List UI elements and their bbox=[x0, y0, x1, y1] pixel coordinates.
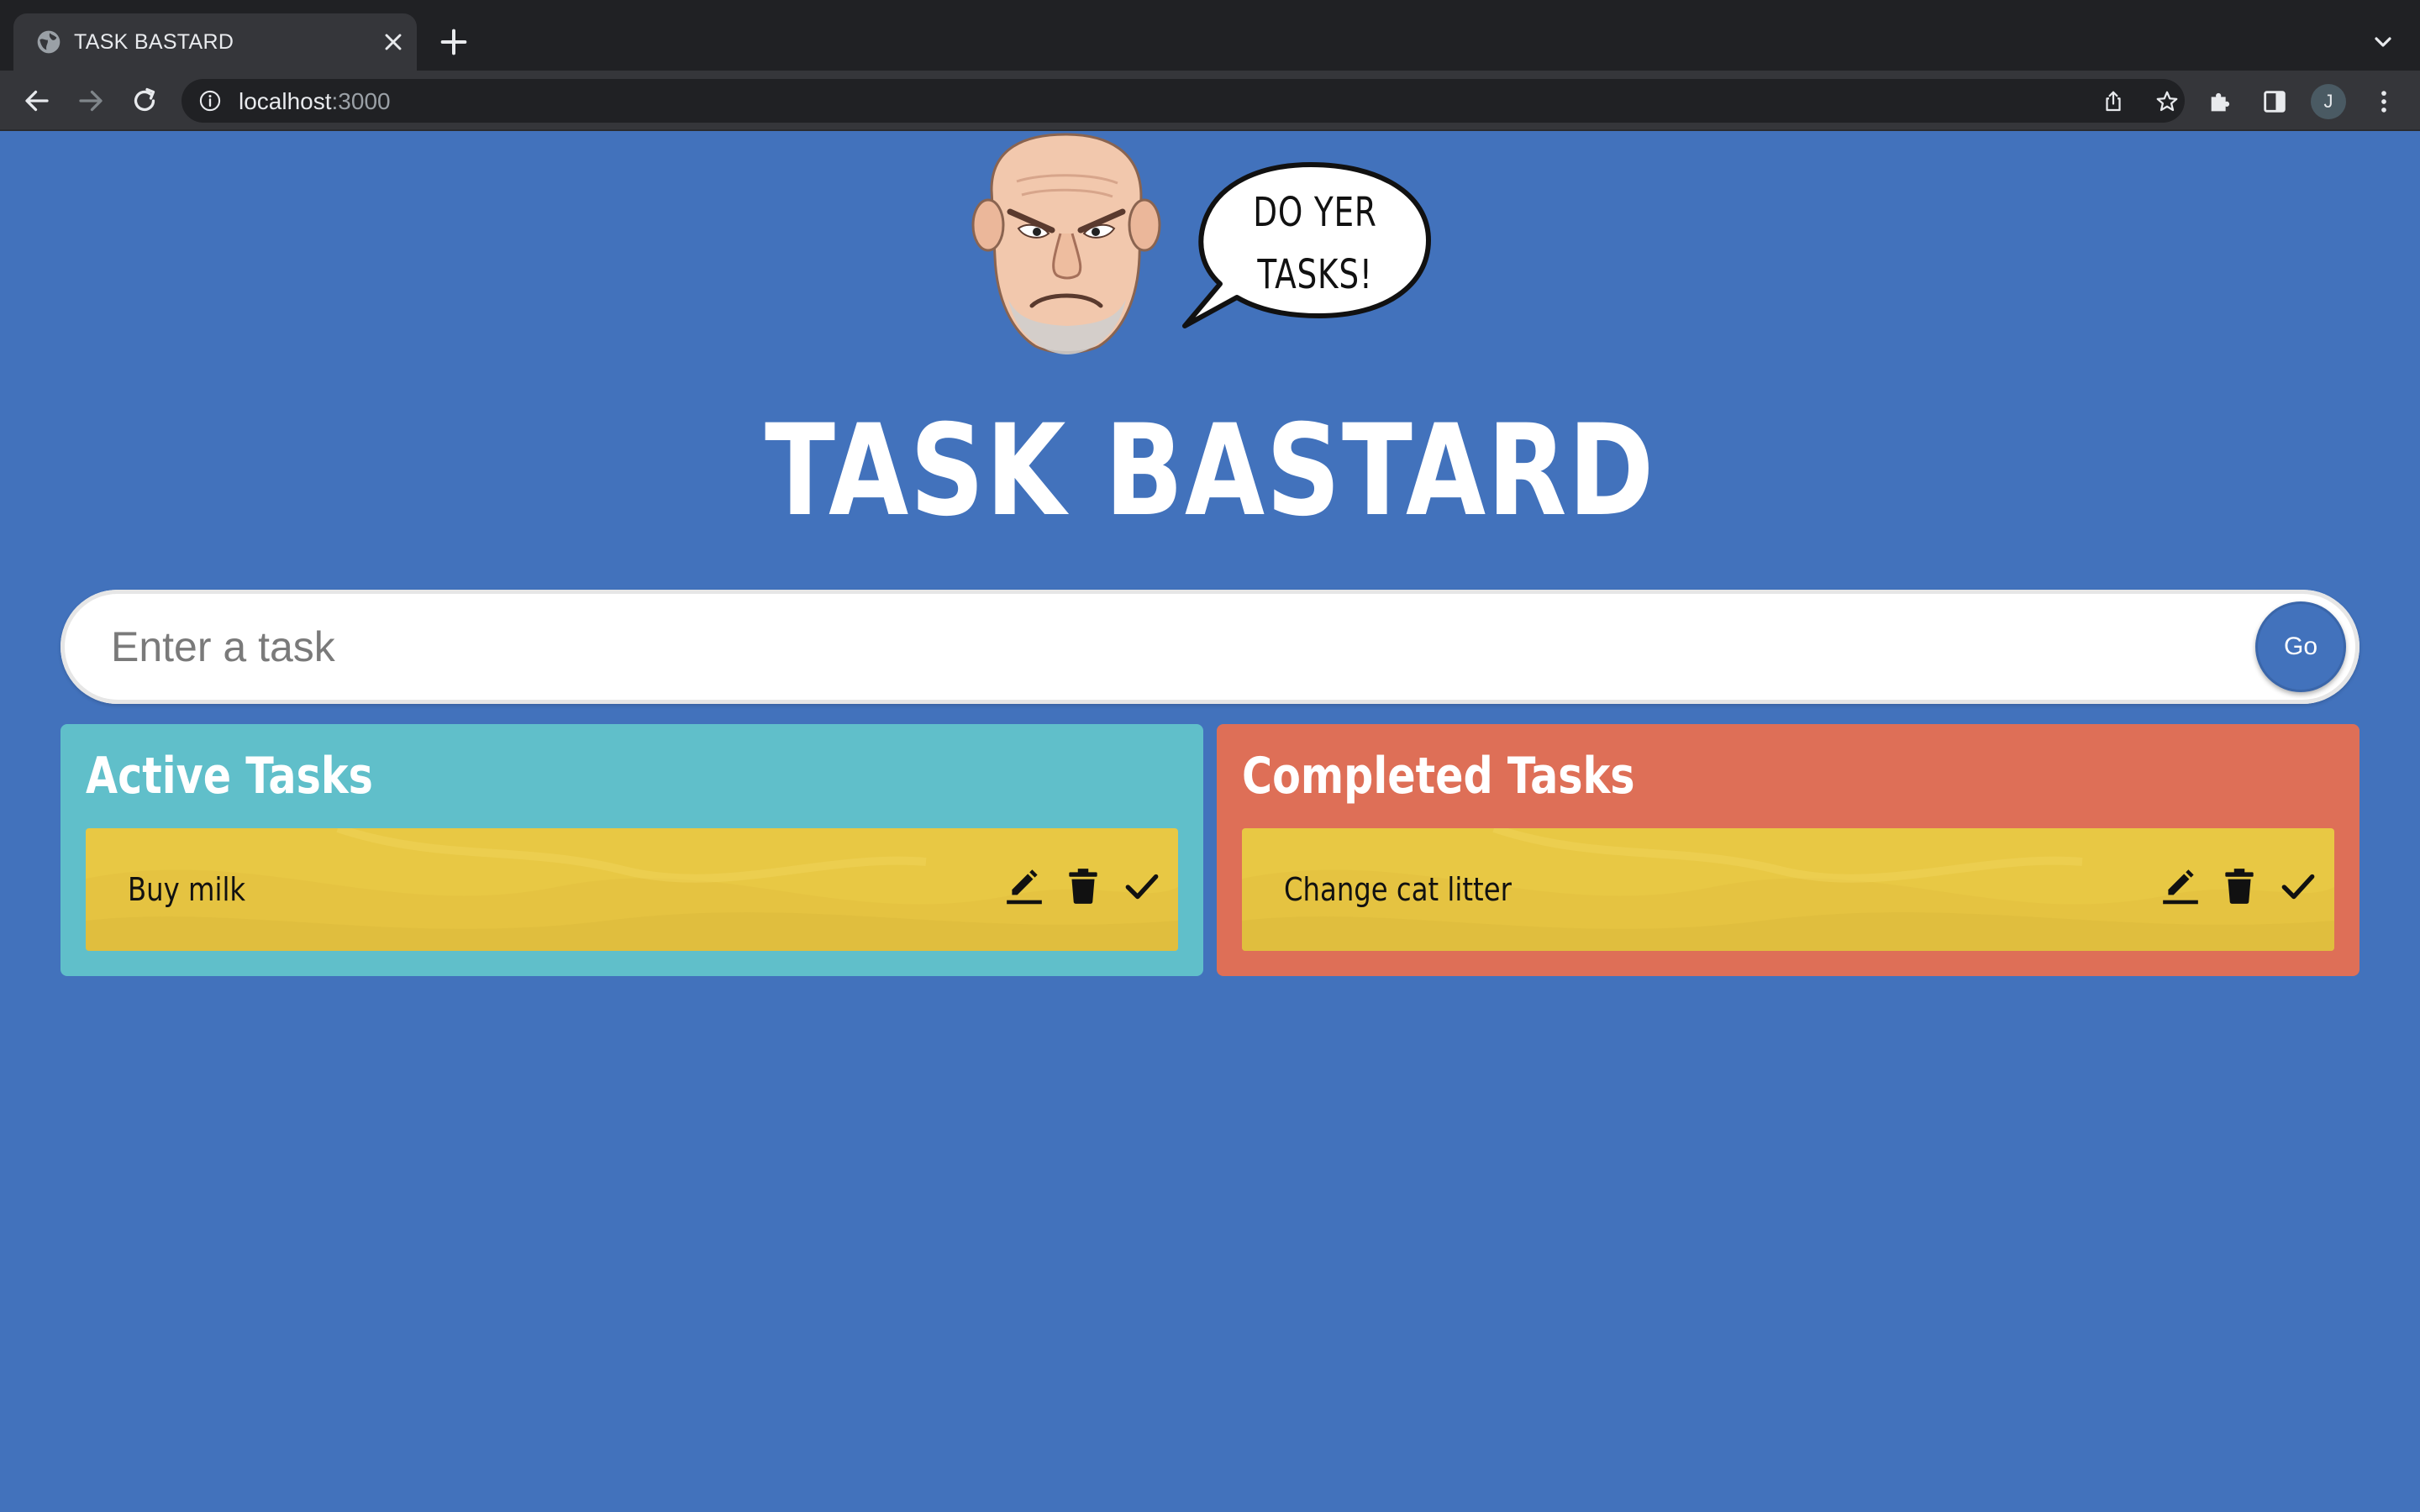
url-text: localhost:3000 bbox=[239, 88, 391, 115]
side-panel-icon[interactable] bbox=[2260, 87, 2289, 116]
grumpy-mascot-face-image bbox=[971, 133, 1161, 354]
task-text: Buy milk bbox=[128, 871, 246, 908]
task-card: Change cat litter bbox=[1242, 828, 2334, 951]
new-tab-plus-icon[interactable] bbox=[437, 25, 471, 59]
checkmark-complete-icon[interactable] bbox=[2277, 865, 2319, 907]
task-input[interactable] bbox=[111, 615, 2212, 679]
browser-tab[interactable]: TASK BASTARD bbox=[13, 13, 417, 71]
speech-bubble-text: DO YER TASKS! bbox=[1227, 181, 1404, 306]
speech-bubble-line-2: TASKS! bbox=[1257, 251, 1373, 298]
trash-delete-icon[interactable] bbox=[2218, 865, 2260, 907]
task-card: Buy milk bbox=[86, 828, 1178, 951]
app-title: TASK BASTARD bbox=[765, 398, 1655, 544]
extensions-puzzle-icon[interactable] bbox=[2207, 87, 2235, 116]
browser-toolbar: localhost:3000 J bbox=[0, 71, 2420, 131]
trash-delete-icon[interactable] bbox=[1062, 865, 1104, 907]
info-icon[interactable] bbox=[198, 89, 222, 113]
reload-icon[interactable] bbox=[129, 86, 160, 116]
completed-tasks-heading: Completed Tasks bbox=[1242, 747, 1635, 806]
task-text: Change cat litter bbox=[1284, 871, 1512, 908]
url-host: localhost bbox=[239, 88, 332, 114]
active-tasks-heading: Active Tasks bbox=[86, 747, 373, 806]
back-arrow-icon[interactable] bbox=[22, 86, 52, 116]
checkmark-complete-icon[interactable] bbox=[1121, 865, 1163, 907]
speech-bubble-line-1: DO YER bbox=[1253, 189, 1377, 236]
completed-tasks-column: Completed Tasks Change cat litter bbox=[1217, 724, 2360, 976]
globe-icon bbox=[37, 30, 60, 54]
browser-tabstrip: TASK BASTARD bbox=[0, 0, 2420, 71]
active-tasks-column: Active Tasks Buy milk bbox=[60, 724, 1203, 976]
forward-arrow-icon[interactable] bbox=[76, 86, 106, 116]
more-menu-icon[interactable] bbox=[2370, 87, 2398, 116]
edit-pencil-icon[interactable] bbox=[2160, 865, 2202, 907]
star-bookmark-icon[interactable] bbox=[2154, 89, 2180, 114]
add-task-form: Go bbox=[60, 590, 2360, 704]
profile-avatar[interactable]: J bbox=[2311, 84, 2346, 119]
share-icon[interactable] bbox=[2101, 89, 2126, 114]
url-port: :3000 bbox=[331, 88, 391, 114]
address-bar[interactable]: localhost:3000 bbox=[182, 79, 2185, 123]
app-page: DO YER TASKS! TASK BASTARD Go Active Tas… bbox=[0, 131, 2420, 1512]
tab-title: TASK BASTARD bbox=[74, 30, 234, 54]
close-icon[interactable] bbox=[380, 29, 407, 55]
chevron-down-icon[interactable] bbox=[2370, 29, 2396, 55]
edit-pencil-icon[interactable] bbox=[1003, 865, 1045, 907]
go-button[interactable]: Go bbox=[2255, 601, 2346, 692]
